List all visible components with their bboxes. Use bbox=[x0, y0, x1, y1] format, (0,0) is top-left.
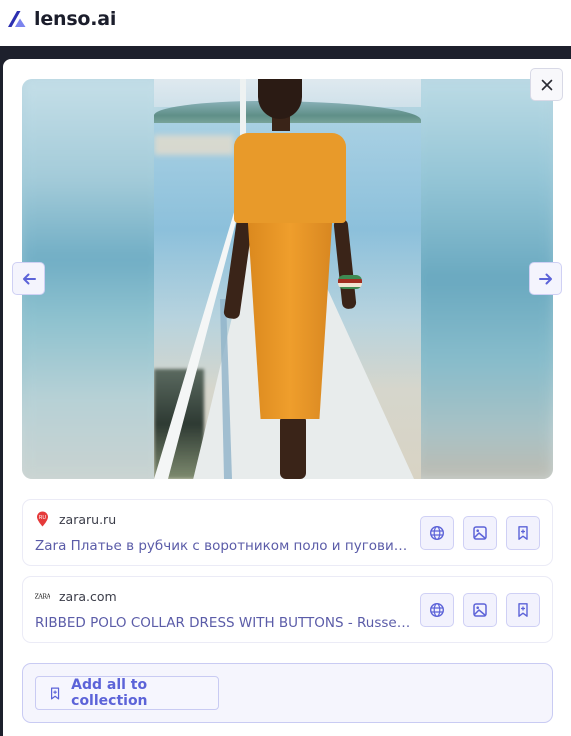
result-card[interactable]: RU zararu.ru Zara Платье в рубчик с воро… bbox=[22, 499, 553, 566]
visit-site-button[interactable] bbox=[420, 516, 454, 550]
bookmark-add-icon bbox=[518, 526, 528, 540]
close-button[interactable] bbox=[530, 68, 563, 101]
photo-sand bbox=[154, 135, 234, 155]
image-icon bbox=[473, 526, 487, 540]
result-image[interactable] bbox=[154, 79, 421, 479]
result-title-link[interactable]: RIBBED POLO COLLAR DRESS WITH BUTTONS - … bbox=[35, 615, 415, 631]
result-card[interactable]: ZARA zara.com RIBBED POLO COLLAR DRESS W… bbox=[22, 576, 553, 643]
svg-text:RU: RU bbox=[39, 515, 46, 521]
result-actions bbox=[420, 593, 540, 627]
image-icon bbox=[473, 603, 487, 617]
globe-icon bbox=[429, 525, 445, 541]
previous-image-button[interactable] bbox=[12, 262, 45, 295]
bookmark-add-icon bbox=[50, 687, 60, 699]
add-to-collection-button[interactable] bbox=[506, 593, 540, 627]
visit-site-button[interactable] bbox=[420, 593, 454, 627]
close-icon bbox=[541, 79, 552, 90]
view-image-button[interactable] bbox=[463, 593, 497, 627]
bookmark-add-icon bbox=[518, 603, 528, 617]
add-all-label: Add all to collection bbox=[71, 677, 148, 709]
top-bar: lenso.ai bbox=[0, 0, 571, 46]
result-title-link[interactable]: Zara Платье в рубчик с воротником поло и… bbox=[35, 538, 415, 554]
lenso-logo-icon bbox=[8, 11, 26, 27]
logo[interactable]: lenso.ai bbox=[6, 8, 116, 30]
result-domain: zara.com bbox=[59, 588, 117, 604]
result-source: ZARA zara.com bbox=[35, 588, 117, 604]
result-source: RU zararu.ru bbox=[35, 511, 116, 527]
add-all-to-collection-button[interactable]: Add all to collection bbox=[35, 676, 219, 710]
image-viewer bbox=[22, 79, 553, 479]
photo-dress-top bbox=[234, 133, 346, 223]
view-image-button[interactable] bbox=[463, 516, 497, 550]
result-domain: zararu.ru bbox=[59, 511, 117, 527]
next-image-button[interactable] bbox=[529, 262, 562, 295]
arrow-left-icon bbox=[22, 273, 36, 284]
add-to-collection-button[interactable] bbox=[506, 516, 540, 550]
brand-name: lenso.ai bbox=[34, 8, 117, 30]
svg-text:ZARA: ZARA bbox=[35, 593, 50, 600]
arrow-right-icon bbox=[538, 273, 552, 284]
result-actions bbox=[420, 516, 540, 550]
ru-pin-icon: RU bbox=[35, 511, 50, 527]
globe-icon bbox=[429, 602, 445, 618]
photo-bangles bbox=[338, 275, 362, 289]
collection-bar: Add all to collection bbox=[22, 663, 553, 723]
photo-legs bbox=[280, 415, 306, 479]
zara-logo-icon: ZARA bbox=[35, 588, 50, 604]
